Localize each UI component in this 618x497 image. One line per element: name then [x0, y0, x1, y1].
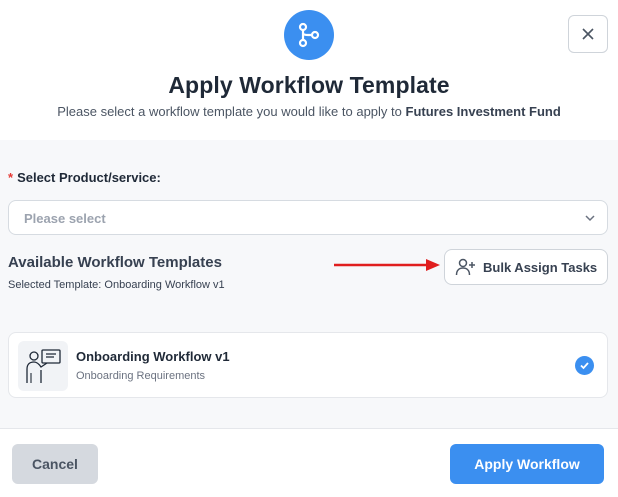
- template-name: Onboarding Workflow v1: [76, 349, 230, 364]
- required-mark: *: [8, 170, 14, 185]
- workflow-branch-icon: [284, 10, 334, 60]
- product-select[interactable]: Please select: [8, 200, 608, 235]
- chevron-down-icon: [585, 215, 595, 222]
- bulk-assign-button[interactable]: Bulk Assign Tasks: [444, 249, 608, 285]
- template-card[interactable]: Onboarding Workflow v1 Onboarding Requir…: [8, 332, 608, 398]
- product-select-placeholder: Please select: [24, 211, 106, 226]
- footer-divider: [0, 428, 618, 429]
- presenter-illustration-icon: [18, 341, 68, 391]
- bulk-assign-label: Bulk Assign Tasks: [483, 259, 598, 275]
- user-plus-icon: [455, 258, 475, 276]
- templates-section-title: Available Workflow Templates: [8, 254, 222, 271]
- product-field-label: * Select Product/service:: [8, 170, 161, 185]
- close-icon: [582, 28, 594, 40]
- apply-workflow-button[interactable]: Apply Workflow: [450, 444, 604, 484]
- annotation-arrow: [334, 259, 440, 271]
- template-description: Onboarding Requirements: [76, 370, 206, 382]
- dialog-subtitle: Please select a workflow template you wo…: [57, 104, 561, 119]
- selected-check-icon[interactable]: [575, 356, 594, 375]
- dialog-title: Apply Workflow Template: [168, 72, 450, 98]
- dialog-header: Apply Workflow Template Please select a …: [0, 0, 618, 140]
- cancel-button[interactable]: Cancel: [12, 444, 98, 484]
- close-button[interactable]: [568, 15, 608, 53]
- selected-template-text: Selected Template: Onboarding Workflow v…: [8, 279, 225, 291]
- subtitle-target: Futures Investment Fund: [405, 104, 561, 119]
